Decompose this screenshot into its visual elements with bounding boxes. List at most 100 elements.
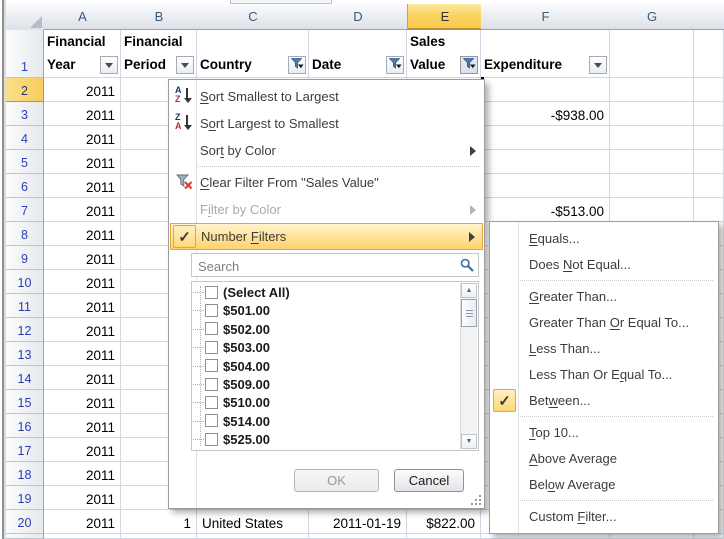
column-header-e[interactable]: E [407, 4, 483, 30]
checkbox[interactable] [205, 433, 218, 446]
column-header-c[interactable]: C [197, 4, 310, 30]
cell-g2[interactable] [610, 78, 694, 102]
row-header-6[interactable]: 6 [6, 174, 44, 198]
checkbox[interactable] [205, 304, 218, 317]
cell-h7[interactable] [694, 198, 724, 222]
cell-e21[interactable] [407, 534, 481, 539]
ok-button[interactable]: OK [294, 469, 379, 492]
cell-g7[interactable] [610, 198, 694, 222]
cell-a2[interactable]: 2011 [44, 78, 121, 102]
value-item-509-00[interactable]: $509.00 [192, 376, 442, 394]
cell-g5[interactable] [610, 150, 694, 174]
cell-g3[interactable] [610, 102, 694, 126]
submenu-item-greater-than[interactable]: Greater Than... [491, 284, 717, 310]
row-header-20[interactable]: 20 [6, 510, 44, 534]
filter-button-b[interactable] [176, 56, 194, 74]
submenu-item-custom-filter[interactable]: Custom Filter... [491, 504, 717, 530]
submenu-item-below-average[interactable]: Below Average [491, 472, 717, 498]
submenu-item-does-not-equal[interactable]: Does Not Equal... [491, 252, 717, 278]
cell-a5[interactable]: 2011 [44, 150, 121, 174]
row-header-19[interactable]: 19 [6, 486, 44, 510]
submenu-item-greater-than-or-equal-to[interactable]: Greater Than Or Equal To... [491, 310, 717, 336]
cell-c21[interactable] [197, 534, 309, 539]
menu-item-sort-by-color[interactable]: Sort by Color [170, 137, 483, 164]
value-item-525-00[interactable]: $525.00 [192, 431, 442, 449]
checkbox[interactable] [205, 359, 218, 372]
checkbox[interactable] [205, 396, 218, 409]
cell-f21[interactable] [481, 534, 610, 539]
cell-h21[interactable] [694, 534, 724, 539]
cell-a14[interactable]: 2011 [44, 366, 121, 390]
checkbox[interactable] [205, 286, 218, 299]
column-header-g[interactable]: G [610, 4, 695, 30]
column-header-a[interactable]: A [44, 4, 122, 30]
cell-b1[interactable]: FinancialPeriod [121, 30, 197, 78]
cell-a15[interactable]: 2011 [44, 390, 121, 414]
menu-item-sort-largest-to-smallest[interactable]: ZASort Largest to Smallest [170, 110, 483, 137]
submenu-item-less-than-or-equal-to[interactable]: Less Than Or Equal To... [491, 362, 717, 388]
filter-button-c[interactable] [288, 56, 306, 74]
checkbox[interactable] [205, 341, 218, 354]
cell-a9[interactable]: 2011 [44, 246, 121, 270]
submenu-item-between[interactable]: ✓Between... [491, 388, 717, 414]
cell-a19[interactable]: 2011 [44, 486, 121, 510]
value-item-503-00[interactable]: $503.00 [192, 339, 442, 357]
row-header-17[interactable]: 17 [6, 438, 44, 462]
select-all-corner[interactable] [6, 4, 45, 31]
submenu-item-equals[interactable]: Equals... [491, 226, 717, 252]
cell-f6[interactable] [481, 174, 610, 198]
cell-e1[interactable]: SalesValue [407, 30, 481, 78]
filter-button-e[interactable] [460, 56, 478, 74]
row-header-10[interactable]: 10 [6, 270, 44, 294]
checkbox[interactable] [205, 378, 218, 391]
row-header-12[interactable]: 12 [6, 318, 44, 342]
cell-d21[interactable] [309, 534, 407, 539]
value-item-501-00[interactable]: $501.00 [192, 302, 442, 320]
cell-h4[interactable] [694, 126, 724, 150]
cell-a10[interactable]: 2011 [44, 270, 121, 294]
cell-a18[interactable]: 2011 [44, 462, 121, 486]
row-header-11[interactable]: 11 [6, 294, 44, 318]
cell-c20[interactable]: United States [197, 510, 309, 534]
cell-a7[interactable]: 2011 [44, 198, 121, 222]
cell-f5[interactable] [481, 150, 610, 174]
cell-g1[interactable] [610, 30, 694, 78]
column-header-b[interactable]: B [121, 4, 198, 30]
cell-e20[interactable]: $822.00 [407, 510, 481, 534]
cell-f2[interactable] [481, 78, 610, 102]
cell-a1[interactable]: FinancialYear [44, 30, 121, 78]
cell-h5[interactable] [694, 150, 724, 174]
row-header-2[interactable]: 2 [6, 78, 44, 102]
cell-a12[interactable]: 2011 [44, 318, 121, 342]
column-header-f[interactable]: F [481, 4, 611, 30]
cell-a21[interactable] [44, 534, 121, 539]
row-header-3[interactable]: 3 [6, 102, 44, 126]
cell-b21[interactable] [121, 534, 197, 539]
checkbox[interactable] [205, 414, 218, 427]
row-header-15[interactable]: 15 [6, 390, 44, 414]
row-header-18[interactable]: 18 [6, 462, 44, 486]
value-item-504-00[interactable]: $504.00 [192, 358, 442, 376]
checkbox[interactable] [205, 322, 218, 335]
cell-a8[interactable]: 2011 [44, 222, 121, 246]
cell-h2[interactable] [694, 78, 724, 102]
cell-a6[interactable]: 2011 [44, 174, 121, 198]
list-scrollbar[interactable]: ▲ ▼ [460, 283, 477, 449]
value-item-514-00[interactable]: $514.00 [192, 413, 442, 431]
cell-c1[interactable]: Country [197, 30, 309, 78]
search-input[interactable] [196, 256, 450, 276]
cell-a13[interactable]: 2011 [44, 342, 121, 366]
value-item-select-all[interactable]: (Select All) [192, 284, 442, 302]
row-header-7[interactable]: 7 [6, 198, 44, 222]
filter-button-f[interactable] [589, 56, 607, 74]
submenu-item-top-10[interactable]: Top 10... [491, 420, 717, 446]
cell-h6[interactable] [694, 174, 724, 198]
row-header-4[interactable]: 4 [6, 126, 44, 150]
cell-d1[interactable]: Date [309, 30, 407, 78]
cell-g6[interactable] [610, 174, 694, 198]
value-item-502-00[interactable]: $502.00 [192, 321, 442, 339]
row-header-21[interactable] [6, 534, 44, 539]
menu-item-filter-by-color[interactable]: Filter by Color [170, 196, 483, 223]
row-header-8[interactable]: 8 [6, 222, 44, 246]
cancel-button[interactable]: Cancel [394, 469, 464, 492]
